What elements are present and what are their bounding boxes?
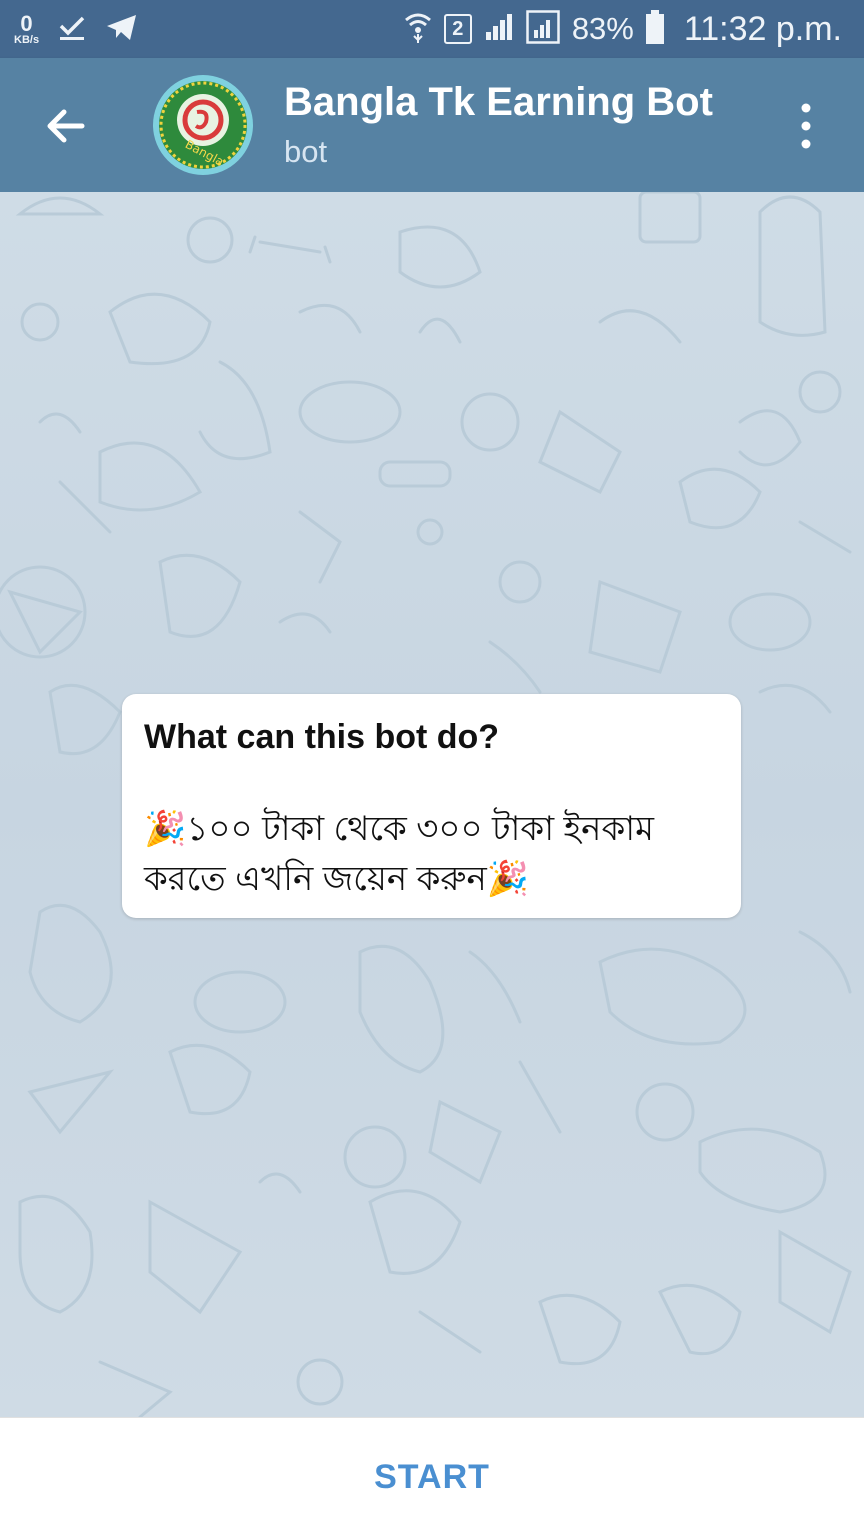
bot-info-text: ১০০ টাকা থেকে ৩০০ টাকা ইনকাম করতে এখনি জ… <box>144 810 654 898</box>
back-arrow-icon <box>47 109 85 143</box>
network-speed-unit: KB/s <box>14 33 40 46</box>
status-right: 2 83% 11:32 p.m. <box>404 6 842 52</box>
party-popper-icon: 🎉 <box>144 810 187 848</box>
battery-percent: 83% <box>571 11 634 46</box>
wifi-icon <box>404 10 432 49</box>
bot-info-card: What can this bot do? 🎉১০০ টাকা থেকে ৩০০… <box>122 694 741 918</box>
signal-box-icon <box>526 9 560 49</box>
start-button[interactable]: START <box>0 1418 864 1537</box>
bot-info-description: 🎉১০০ টাকা থেকে ৩০০ টাকা ইনকাম করতে এখনি … <box>144 804 729 904</box>
signal-icon <box>484 12 514 47</box>
chat-subtitle: bot <box>284 134 328 169</box>
network-speed: 0 KB/s <box>14 10 40 46</box>
download-done-icon <box>57 12 87 47</box>
chat-header: Bangla Bangla Tk Earning Bot bot <box>0 58 864 192</box>
clock: 11:32 p.m. <box>683 9 842 48</box>
bot-avatar[interactable]: Bangla <box>152 74 254 176</box>
bottom-action-bar: START <box>0 1417 864 1537</box>
battery-icon <box>645 9 664 49</box>
telegram-icon <box>105 12 139 47</box>
status-left: 0 KB/s <box>14 6 139 52</box>
status-bar: 0 KB/s 2 83% 11:32 p.m. <box>0 0 864 58</box>
party-popper-icon: 🎉 <box>486 860 530 898</box>
more-vertical-icon <box>801 103 811 149</box>
sim-slot-badge: 2 <box>443 14 472 44</box>
overflow-menu-button[interactable] <box>786 100 826 152</box>
bot-info-title: What can this bot do? <box>144 718 500 756</box>
bot-logo-icon: Bangla <box>153 75 253 175</box>
back-button[interactable] <box>40 100 92 152</box>
chat-background: What can this bot do? 🎉১০০ টাকা থেকে ৩০০… <box>0 192 864 1417</box>
network-speed-value: 0 <box>20 10 33 36</box>
chat-title: Bangla Tk Earning Bot <box>284 80 713 124</box>
